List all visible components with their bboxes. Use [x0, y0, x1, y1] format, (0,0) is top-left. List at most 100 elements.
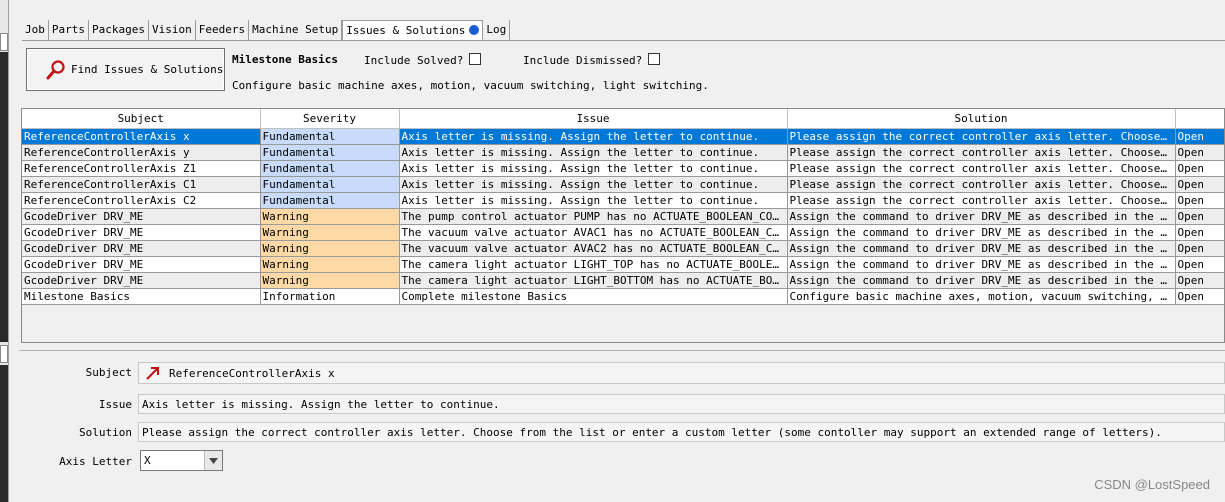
tab-log[interactable]: Log — [483, 20, 511, 40]
axis-letter-value: X — [144, 454, 151, 467]
tab-feeders[interactable]: Feeders — [196, 20, 250, 40]
cell-solution: Configure basic machine axes, motion, va… — [787, 288, 1176, 305]
axis-letter-select[interactable]: X — [140, 450, 223, 471]
tab-job[interactable]: Job — [22, 20, 49, 40]
cell-subject: GcodeDriver DRV_ME — [22, 224, 261, 241]
cell-subject: ReferenceControllerAxis x — [22, 128, 261, 145]
cell-issue: The vacuum valve actuator AVAC1 has no A… — [399, 224, 788, 241]
column-header-solution[interactable]: Solution — [787, 109, 1176, 129]
table-row[interactable]: GcodeDriver DRV_ME Warning The vacuum valv… — [22, 240, 1224, 257]
cell-state: Open — [1175, 128, 1224, 145]
cell-subject: GcodeDriver DRV_ME — [22, 256, 261, 273]
cell-solution: Please assign the correct controller axi… — [787, 192, 1176, 209]
column-header-severity[interactable]: Severity — [260, 109, 400, 129]
subject-value: ReferenceControllerAxis x — [169, 366, 335, 380]
tab-machine-setup[interactable]: Machine Setup — [249, 20, 343, 40]
cell-solution: Please assign the correct controller axi… — [787, 176, 1176, 193]
column-header-subject[interactable]: Subject — [22, 109, 261, 129]
cell-severity: Fundamental — [260, 144, 400, 161]
left-strip-button-2[interactable] — [0, 345, 8, 363]
milestone-description: Configure basic machine axes, motion, va… — [232, 79, 709, 92]
cell-state: Open — [1175, 272, 1224, 289]
watermark: CSDN @LostSpeed — [1094, 477, 1210, 492]
cell-issue: Axis letter is missing. Assign the lette… — [399, 176, 788, 193]
cell-state: Open — [1175, 208, 1224, 225]
milestone-title: Milestone Basics — [232, 53, 338, 66]
tab-issues-solutions[interactable]: Issues & Solutions — [342, 20, 484, 41]
cell-state: Open — [1175, 240, 1224, 257]
include-dismissed-option[interactable]: Include Dismissed? — [523, 53, 661, 67]
cell-solution: Please assign the correct controller axi… — [787, 128, 1176, 145]
cell-solution: Assign the command to driver DRV_ME as d… — [787, 208, 1176, 225]
cell-solution: Assign the command to driver DRV_ME as d… — [787, 240, 1176, 257]
table-row[interactable]: ReferenceControllerAxis x Fundamental Axis… — [22, 128, 1224, 145]
cell-solution: Assign the command to driver DRV_ME as d… — [787, 256, 1176, 273]
cell-subject: ReferenceControllerAxis y — [22, 144, 261, 161]
cell-subject: ReferenceControllerAxis C2 — [22, 192, 261, 209]
cell-severity: Fundamental — [260, 192, 400, 209]
left-panel-strip — [0, 0, 9, 502]
table-row[interactable]: GcodeDriver DRV_ME Warning The camera ligh… — [22, 256, 1224, 273]
solution-label: Solution — [79, 426, 132, 439]
left-strip-dark-area — [0, 52, 8, 342]
table-row[interactable]: ReferenceControllerAxis C2 Fundamental Axi… — [22, 192, 1224, 209]
cell-issue: Axis letter is missing. Assign the lette… — [399, 144, 788, 161]
cell-severity: Warning — [260, 256, 400, 273]
cell-issue: The camera light actuator LIGHT_TOP has … — [399, 256, 788, 273]
table-row[interactable]: ReferenceControllerAxis C1 Fundamental Axi… — [22, 176, 1224, 193]
cell-state: Open — [1175, 160, 1224, 177]
cell-severity: Warning — [260, 272, 400, 289]
table-header-row: Subject Severity Issue Solution — [22, 109, 1224, 129]
subject-label: Subject — [85, 366, 132, 379]
cell-solution: Please assign the correct controller axi… — [787, 160, 1176, 177]
panel-splitter[interactable] — [19, 350, 1225, 351]
tab-packages[interactable]: Packages — [89, 20, 149, 40]
cell-subject: GcodeDriver DRV_ME — [22, 208, 261, 225]
include-solved-checkbox[interactable] — [469, 53, 482, 65]
cell-severity: Warning — [260, 224, 400, 241]
find-issues-label: Find Issues & Solutions — [71, 63, 224, 76]
axis-letter-label: Axis Letter — [59, 455, 132, 468]
cell-severity: Fundamental — [260, 128, 400, 145]
cell-state: Open — [1175, 176, 1224, 193]
table-row[interactable]: GcodeDriver DRV_ME Warning The camera ligh… — [22, 272, 1224, 289]
cell-state: Open — [1175, 288, 1224, 305]
cell-issue: Axis letter is missing. Assign the lette… — [399, 192, 788, 209]
cell-subject: Milestone Basics — [22, 288, 261, 305]
status-dot-icon — [469, 25, 480, 35]
issues-table[interactable]: Subject Severity Issue Solution Referenc… — [21, 108, 1225, 343]
table-row[interactable]: GcodeDriver DRV_ME Warning The pump contro… — [22, 208, 1224, 225]
tab-parts[interactable]: Parts — [49, 20, 89, 40]
table-row[interactable]: GcodeDriver DRV_ME Warning The vacuum valv… — [22, 224, 1224, 241]
cell-subject: ReferenceControllerAxis Z1 — [22, 160, 261, 177]
table-row[interactable]: Milestone Basics Information Complete mile… — [22, 288, 1224, 305]
include-dismissed-label: Include Dismissed? — [523, 54, 643, 67]
left-strip-button[interactable] — [0, 33, 8, 51]
column-header-state[interactable] — [1175, 109, 1224, 129]
table-row[interactable]: ReferenceControllerAxis y Fundamental Axis… — [22, 144, 1224, 161]
cell-state: Open — [1175, 144, 1224, 161]
cell-state: Open — [1175, 192, 1224, 209]
include-solved-option[interactable]: Include Solved? — [364, 53, 482, 67]
cell-issue: Complete milestone Basics — [399, 288, 788, 305]
issue-field: Axis letter is missing. Assign the lette… — [138, 394, 1225, 414]
cell-issue: The vacuum valve actuator AVAC2 has no A… — [399, 240, 788, 257]
cell-severity: Information — [260, 288, 400, 305]
tab-issues-solutions-label: Issues & Solutions — [346, 24, 466, 37]
cell-issue: Axis letter is missing. Assign the lette… — [399, 128, 788, 145]
column-header-issue[interactable]: Issue — [399, 109, 788, 129]
cell-subject: GcodeDriver DRV_ME — [22, 240, 261, 257]
search-icon — [46, 59, 65, 79]
tab-bar: Job Parts Packages Vision Feeders Machin… — [22, 20, 511, 41]
solution-field: Please assign the correct controller axi… — [138, 422, 1225, 442]
cell-state: Open — [1175, 256, 1224, 273]
chevron-down-icon[interactable] — [204, 451, 222, 470]
arrow-link-icon — [146, 367, 159, 380]
subject-field: ReferenceControllerAxis x — [138, 362, 1225, 384]
find-issues-button[interactable]: Find Issues & Solutions — [26, 48, 225, 91]
table-row[interactable]: ReferenceControllerAxis Z1 Fundamental Axi… — [22, 160, 1224, 177]
cell-subject: ReferenceControllerAxis C1 — [22, 176, 261, 193]
left-strip-dark-area-2 — [0, 365, 8, 502]
tab-vision[interactable]: Vision — [149, 20, 196, 40]
include-dismissed-checkbox[interactable] — [648, 53, 661, 65]
